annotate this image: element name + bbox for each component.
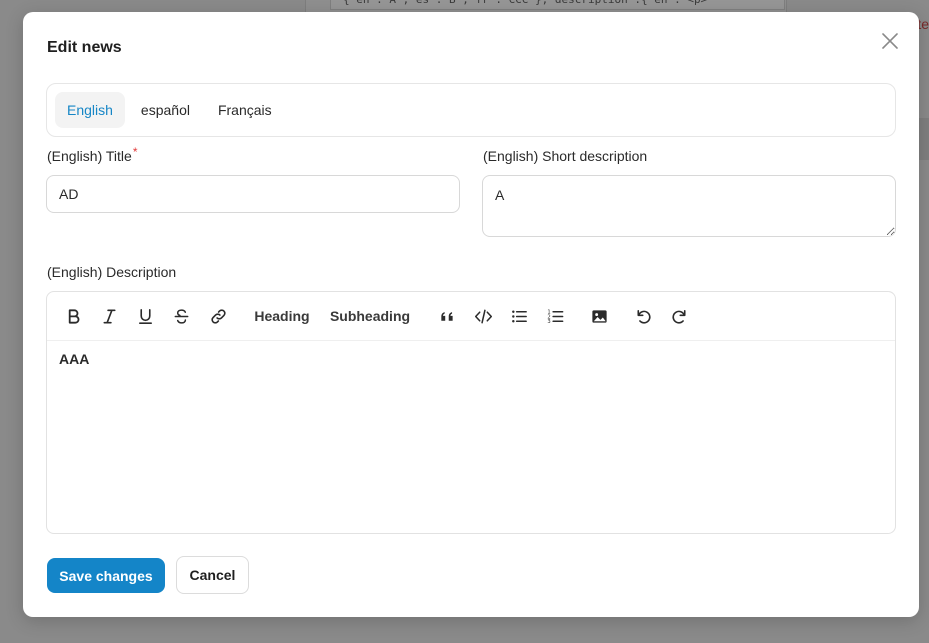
edit-news-modal: Edit news English español Français (Engl… [23, 12, 919, 617]
tab-english[interactable]: English [55, 92, 125, 128]
modal-title: Edit news [47, 39, 122, 56]
subheading-button[interactable]: Subheading [329, 304, 411, 328]
redo-icon [671, 309, 686, 324]
italic-button[interactable] [98, 304, 120, 328]
underline-button[interactable] [134, 304, 156, 328]
language-tabs: English español Français [46, 83, 896, 137]
editor-content[interactable]: AAA [47, 341, 895, 377]
save-changes-button[interactable]: Save changes [47, 558, 165, 593]
redo-button[interactable] [668, 304, 690, 328]
description-label: (English) Description [47, 264, 177, 280]
undo-icon [636, 309, 651, 324]
italic-icon [102, 309, 116, 323]
title-label: (English) Title* [47, 145, 138, 164]
link-button[interactable] [206, 304, 230, 328]
bold-button[interactable] [62, 304, 84, 328]
code-button[interactable] [471, 304, 495, 328]
underline-icon [138, 308, 152, 324]
ordered-list-button[interactable]: 123 [544, 304, 566, 328]
short-description-textarea[interactable]: A [482, 175, 896, 237]
svg-text:3: 3 [547, 319, 550, 325]
close-icon [882, 33, 898, 49]
title-input[interactable] [46, 175, 460, 213]
strikethrough-button[interactable] [170, 304, 192, 328]
title-label-text: (English) Title [47, 148, 132, 164]
tab-francais[interactable]: Français [206, 92, 284, 128]
heading-button[interactable]: Heading [253, 304, 311, 328]
bullet-list-icon [511, 310, 527, 322]
editor-toolbar: Heading Subheading 123 [47, 292, 895, 341]
bullet-list-button[interactable] [508, 304, 530, 328]
link-icon [210, 308, 226, 324]
image-button[interactable] [588, 304, 610, 328]
image-icon [591, 309, 607, 323]
tab-espanol[interactable]: español [129, 92, 202, 128]
rich-text-editor: Heading Subheading 123 AAA [46, 291, 896, 534]
short-description-label: (English) Short description [483, 148, 648, 164]
ordered-list-icon: 123 [547, 309, 563, 325]
required-mark: * [132, 145, 138, 159]
background-stripe [919, 118, 929, 160]
cancel-button[interactable]: Cancel [176, 556, 249, 594]
bold-icon [68, 308, 79, 324]
undo-button[interactable] [632, 304, 654, 328]
close-button[interactable] [879, 30, 901, 52]
quote-icon [440, 311, 453, 321]
background-code-snippet: { en : A , es : B , fr : CCC }, descript… [330, 0, 785, 10]
quote-button[interactable] [436, 304, 458, 328]
strikethrough-icon [174, 308, 188, 324]
background-edge-text: te [917, 16, 929, 32]
code-icon [474, 309, 492, 323]
